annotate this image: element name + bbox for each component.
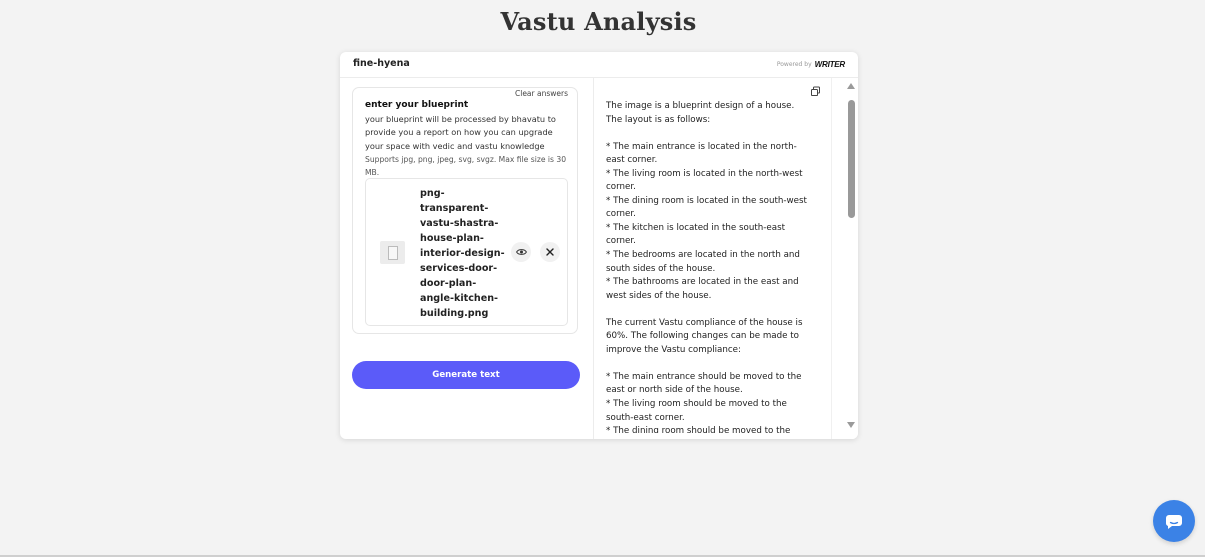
powered-by-label: Powered by — [776, 61, 812, 68]
output-line: The layout is as follows: — [606, 114, 711, 125]
output-line: corner. — [606, 236, 636, 247]
file-thumbnail — [380, 241, 405, 264]
panel-divider — [593, 78, 594, 439]
output-line: * The living room should be moved to the — [606, 399, 787, 410]
output-line: west sides of the house. — [606, 290, 712, 301]
output-line: 60%. The following changes can be made t… — [606, 331, 799, 342]
generated-output: The image is a blueprint design of a hou… — [606, 100, 821, 433]
copy-icon[interactable] — [810, 86, 822, 98]
output-line: south sides of the house. — [606, 263, 716, 274]
app-card: fine-hyena Powered by WRITER Clear answe… — [340, 52, 858, 439]
output-line: south-east corner. — [606, 412, 685, 423]
powered-by: Powered by WRITER — [777, 60, 845, 69]
preview-button[interactable] — [511, 242, 531, 262]
output-line: The image is a blueprint design of a hou… — [606, 101, 795, 111]
output-line: * The bathrooms are located in the east … — [606, 277, 799, 288]
chat-button[interactable] — [1153, 500, 1195, 542]
output-scrollbar[interactable] — [831, 78, 858, 439]
eye-icon — [515, 249, 527, 255]
clear-answers-link[interactable]: Clear answers — [515, 89, 568, 98]
blueprint-upload-field: Clear answers enter your blueprint your … — [352, 87, 578, 334]
field-hint: Supports jpg, png, jpeg, svg, svgz. Max … — [365, 155, 567, 177]
output-line: The current Vastu compliance of the hous… — [606, 317, 803, 328]
scroll-down-arrow-icon[interactable] — [847, 422, 855, 428]
app-name: fine-hyena — [353, 58, 410, 69]
field-label: enter your blueprint — [365, 100, 469, 110]
output-line: corner. — [606, 182, 636, 193]
output-line: corner. — [606, 209, 636, 220]
output-line: * The kitchen is located in the south-ea… — [606, 222, 786, 233]
output-line: east or north side of the house. — [606, 385, 743, 396]
scroll-thumb[interactable] — [848, 100, 855, 218]
output-line: * The bedrooms are located in the north … — [606, 250, 800, 261]
scroll-up-arrow-icon[interactable] — [847, 83, 855, 89]
output-line: * The main entrance is located in the no… — [606, 141, 797, 152]
close-icon — [546, 248, 554, 256]
card-header: fine-hyena Powered by WRITER — [340, 52, 858, 78]
field-description: your blueprint will be processed by bhav… — [365, 114, 556, 151]
writer-logo: WRITER — [814, 60, 846, 69]
output-line: east corner. — [606, 155, 658, 166]
file-name: png-transparent-vastu-shastra-house-plan… — [420, 188, 505, 319]
output-line: * The dining room should be moved to the — [606, 426, 791, 433]
page-title: Vastu Analysis — [500, 7, 697, 36]
generate-text-button[interactable]: Generate text — [352, 361, 580, 389]
output-line: * The dining room is located in the sout… — [606, 195, 807, 206]
chat-icon — [1165, 514, 1182, 529]
output-line: * The main entrance should be moved to t… — [606, 371, 802, 382]
uploaded-file: png-transparent-vastu-shastra-house-plan… — [365, 178, 568, 326]
output-line: improve the Vastu compliance: — [606, 344, 741, 355]
remove-file-button[interactable] — [540, 242, 560, 262]
output-line: * The living room is located in the nort… — [606, 168, 803, 179]
